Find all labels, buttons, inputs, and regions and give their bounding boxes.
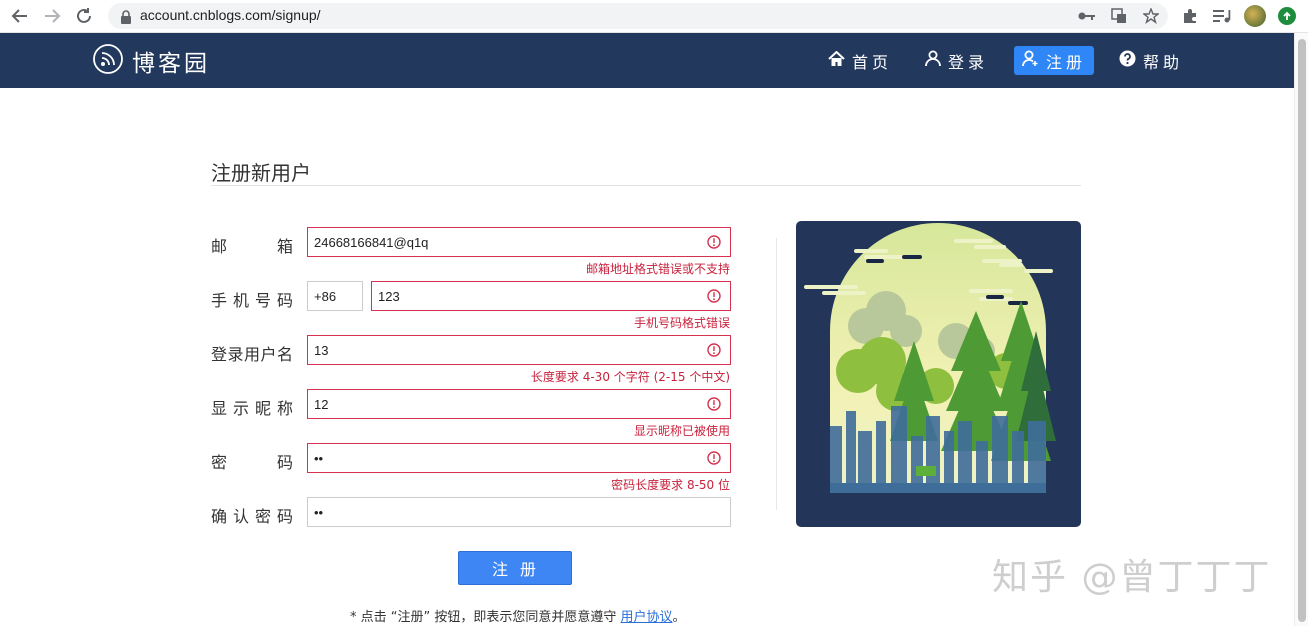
email-label: 邮 箱 [211,237,293,256]
phone-label: 手 机 号 码 [211,291,293,310]
key-icon[interactable] [1077,6,1097,26]
scrollbar-thumb[interactable] [1298,39,1306,622]
user-agreement-link[interactable]: 用户协议 [621,610,673,625]
country-code-select[interactable]: +86 [307,281,363,311]
error-icon [707,235,721,252]
username-field[interactable]: 13 [307,335,731,365]
logo-icon [92,43,124,79]
nav-home-label: 首页 [852,52,893,72]
nickname-label: 显 示 昵 称 [211,399,293,418]
forward-icon[interactable] [40,4,64,28]
confirm-password-field[interactable]: •• [307,497,731,527]
nav-register-label: 注册 [1046,52,1087,72]
email-value: 24668166841@q1q [314,234,429,250]
error-icon [707,289,721,306]
site-logo[interactable]: 博客园 [92,43,210,79]
media-icon[interactable] [1212,6,1232,26]
email-error: 邮箱地址格式错误或不支持 [585,262,730,276]
username-error: 长度要求 4-30 个字符 (2-15 个中文) [530,370,730,384]
username-label: 登 录 用 户 名 [211,345,293,364]
title-divider [211,185,1081,186]
user-add-icon [1022,50,1039,71]
nickname-error: 显示昵称已被使用 [633,424,730,438]
nav-login-label: 登录 [948,52,989,72]
nav-home[interactable]: 首页 [820,46,900,75]
nav-help[interactable]: 帮助 [1111,46,1191,75]
nav-register[interactable]: 注册 [1014,46,1095,75]
password-error: 密码长度要求 8-50 位 [611,478,730,492]
username-value: 13 [314,342,329,358]
scrollbar[interactable] [1294,33,1308,626]
confirm-password-value: •• [314,504,324,520]
nickname-value: 12 [314,396,329,412]
agreement-text: * 点击 “注册” 按钮，即表示您同意并愿意遵守 用户协议。 [350,610,686,625]
translate-icon[interactable] [1109,6,1129,26]
password-label: 密 码 [211,453,293,472]
phone-value: 123 [378,288,400,304]
password-field[interactable]: •• [307,443,731,473]
watermark: 知乎 @曾丁丁丁 [992,557,1272,598]
register-submit-button[interactable]: 注册 [458,551,572,585]
country-code-value: +86 [314,288,337,304]
profile-avatar[interactable] [1244,5,1266,27]
update-icon[interactable] [1278,7,1296,25]
vertical-divider [776,238,777,510]
error-icon [707,343,721,360]
nickname-field[interactable]: 12 [307,389,731,419]
browser-toolbar: account.cnblogs.com/signup/ [0,0,1308,33]
user-icon [925,50,941,71]
address-bar[interactable]: account.cnblogs.com/signup/ [108,3,1168,29]
error-icon [707,397,721,414]
site-navbar: 博客园 首页 登录 注册 帮助 [0,33,1294,88]
confirm-password-label: 确 认 密 码 [211,507,293,526]
forest-illustration [796,221,1081,527]
help-icon [1119,50,1136,71]
nav-login[interactable]: 登录 [917,46,996,75]
error-icon [707,451,721,468]
logo-text: 博客园 [132,51,210,77]
extensions-icon[interactable] [1180,6,1200,26]
nav-help-label: 帮助 [1143,52,1184,72]
password-value: •• [314,450,324,466]
email-field[interactable]: 24668166841@q1q [307,227,731,257]
star-icon[interactable] [1141,6,1161,26]
page-title: 注册新用户 [211,161,311,185]
phone-field[interactable]: 123 [371,281,731,311]
reload-icon[interactable] [72,4,96,28]
lock-icon [120,9,132,28]
home-icon [828,50,845,71]
url-text: account.cnblogs.com/signup/ [140,7,321,23]
phone-error: 手机号码格式错误 [633,316,730,330]
back-icon[interactable] [8,4,32,28]
